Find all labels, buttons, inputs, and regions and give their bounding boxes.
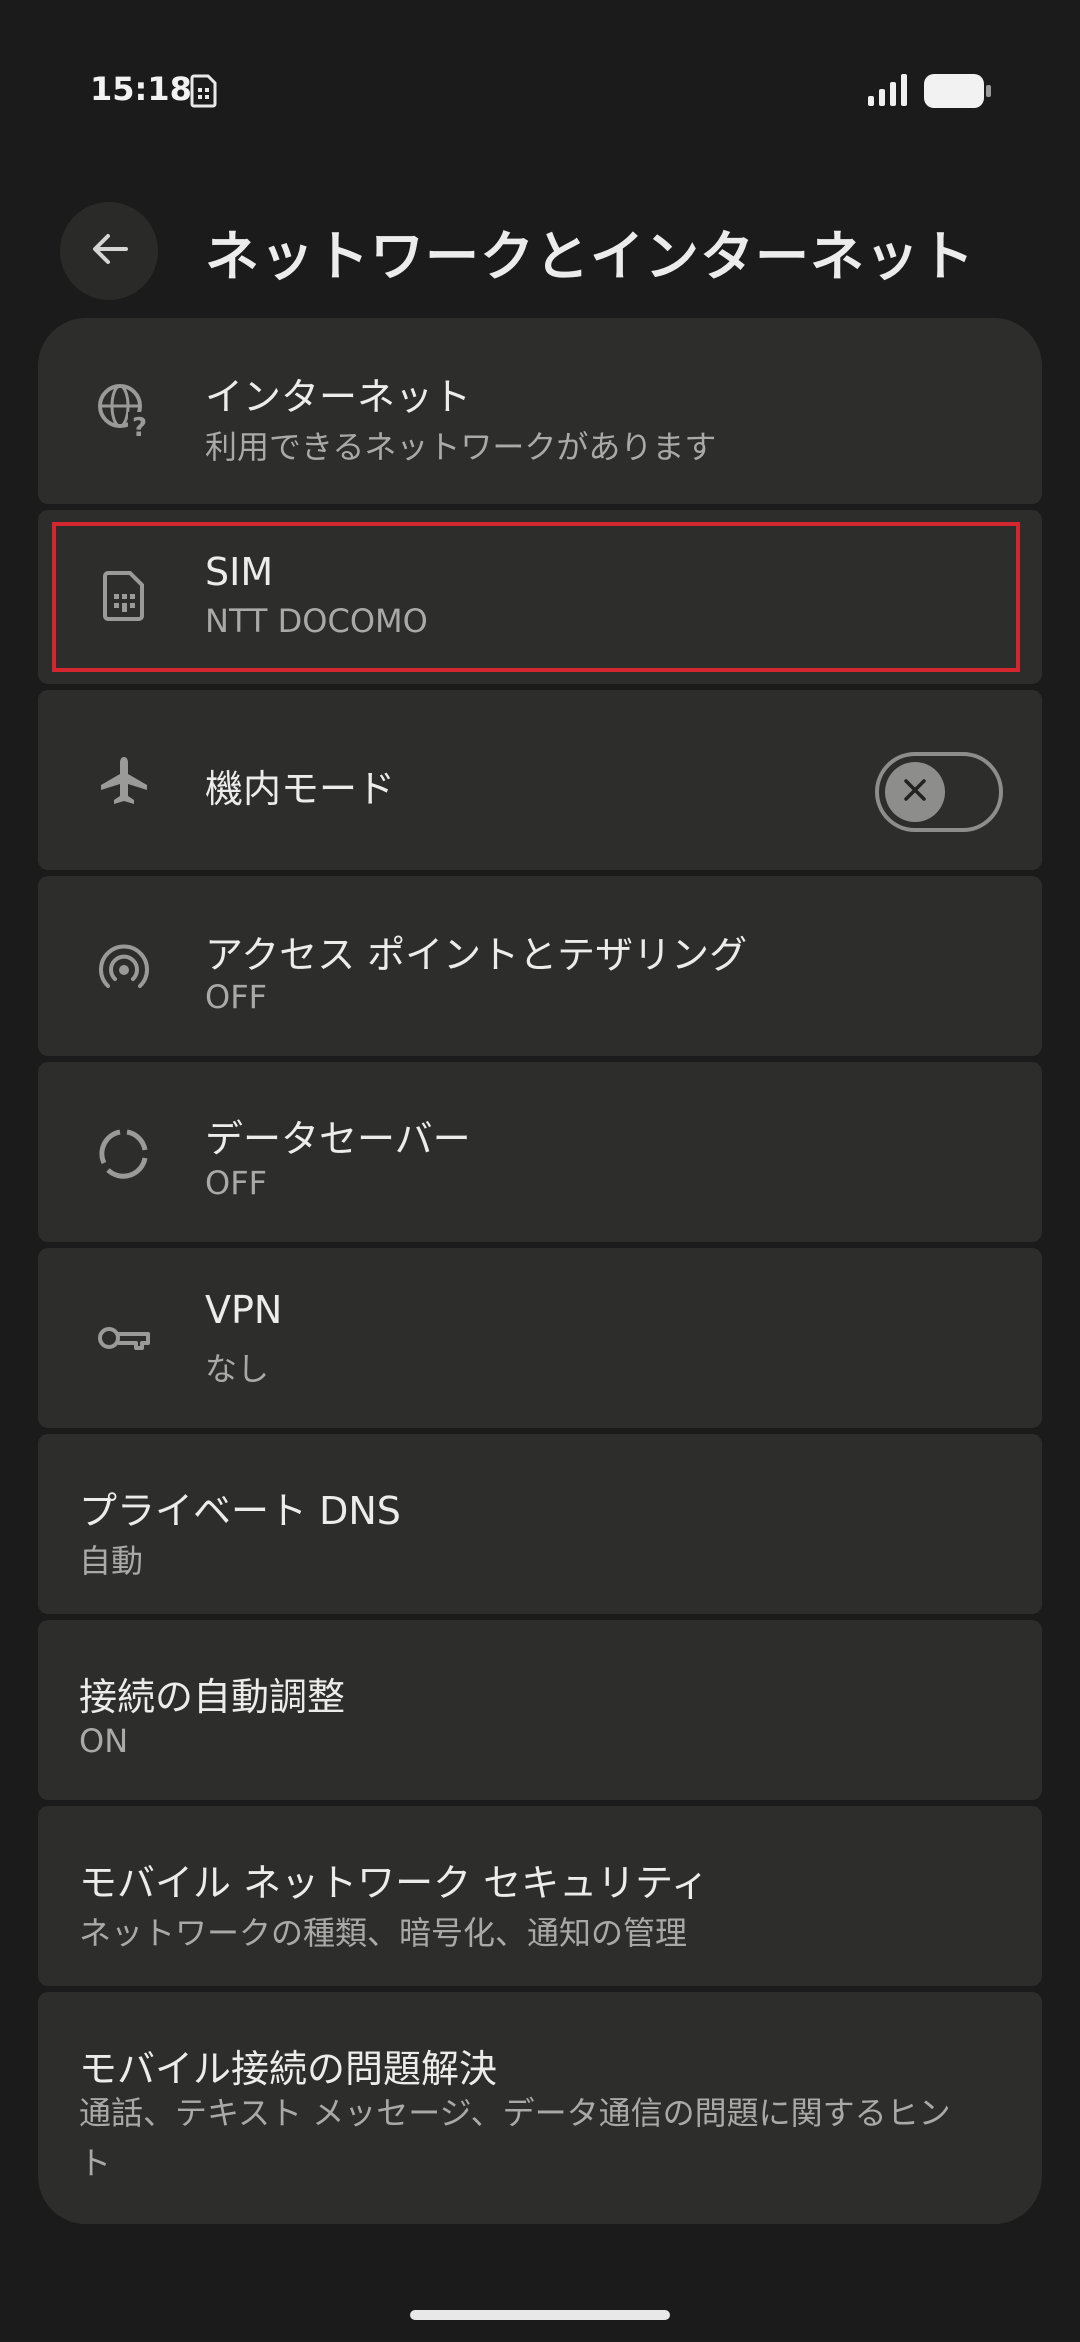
item-title: 接続の自動調整 — [79, 1675, 346, 1719]
toggle-knob — [885, 762, 945, 822]
item-subtitle: ネットワークの種類、暗号化、通知の管理 — [79, 1914, 688, 1952]
item-subtitle: なし — [205, 1350, 270, 1388]
list-item-internet[interactable]: ? インターネット 利用できるネットワークがあります — [38, 318, 1042, 504]
list-item-private-dns[interactable]: プライベート DNS 自動 — [38, 1434, 1042, 1614]
item-title: モバイル ネットワーク セキュリティ — [79, 1861, 709, 1905]
item-subtitle: 自動 — [79, 1542, 144, 1580]
battery-icon — [924, 74, 992, 112]
sim-card-icon — [190, 74, 218, 112]
page-title: ネットワークとインターネット — [205, 225, 975, 288]
highlight-box — [52, 522, 1020, 672]
svg-text:?: ? — [132, 413, 147, 438]
item-subtitle: NTT DOCOMO — [205, 602, 428, 640]
item-title: モバイル接続の問題解決 — [79, 2047, 498, 2091]
home-indicator[interactable] — [410, 2310, 670, 2320]
item-title: 機内モード — [205, 767, 396, 811]
item-subtitle: ON — [79, 1722, 129, 1760]
arrow-back-icon — [88, 228, 130, 274]
back-button[interactable] — [60, 202, 158, 300]
item-subtitle: 通話、テキスト メッセージ、データ通信の問題に関するヒント — [79, 2094, 951, 2182]
item-title: インターネット — [205, 375, 472, 419]
list-item-sim[interactable]: SIM NTT DOCOMO — [38, 510, 1042, 684]
item-title: SIM — [205, 550, 274, 594]
airplane-icon — [94, 750, 154, 810]
list-item-mobile-troubleshooting[interactable]: モバイル接続の問題解決 通話、テキスト メッセージ、データ通信の問題に関するヒン… — [38, 1992, 1042, 2224]
item-subtitle: 利用できるネットワークがあります — [205, 428, 717, 466]
item-subtitle: OFF — [205, 978, 267, 1016]
airplane-mode-toggle[interactable] — [875, 752, 1003, 832]
signal-icon — [868, 74, 908, 110]
data-saver-icon — [94, 1124, 154, 1184]
item-title: データセーバー — [205, 1117, 471, 1161]
hotspot-icon — [94, 938, 154, 998]
sim-card-icon — [94, 566, 154, 626]
list-item-airplane-mode[interactable]: 機内モード — [38, 690, 1042, 870]
item-title: プライベート DNS — [79, 1489, 401, 1533]
item-title: VPN — [205, 1288, 283, 1332]
list-item-vpn[interactable]: VPN なし — [38, 1248, 1042, 1428]
item-title: アクセス ポイントとテザリング — [205, 933, 748, 977]
list-item-mobile-network-security[interactable]: モバイル ネットワーク セキュリティ ネットワークの種類、暗号化、通知の管理 — [38, 1806, 1042, 1986]
list-item-hotspot-tethering[interactable]: アクセス ポイントとテザリング OFF — [38, 876, 1042, 1056]
list-item-adaptive-connectivity[interactable]: 接続の自動調整 ON — [38, 1620, 1042, 1800]
item-subtitle: OFF — [205, 1164, 267, 1202]
close-icon — [902, 777, 928, 807]
status-bar: 15:18 — [0, 0, 1080, 180]
status-time: 15:18 — [90, 70, 192, 108]
list-item-data-saver[interactable]: データセーバー OFF — [38, 1062, 1042, 1242]
globe-question-icon: ? — [94, 380, 154, 440]
vpn-key-icon — [94, 1308, 154, 1368]
